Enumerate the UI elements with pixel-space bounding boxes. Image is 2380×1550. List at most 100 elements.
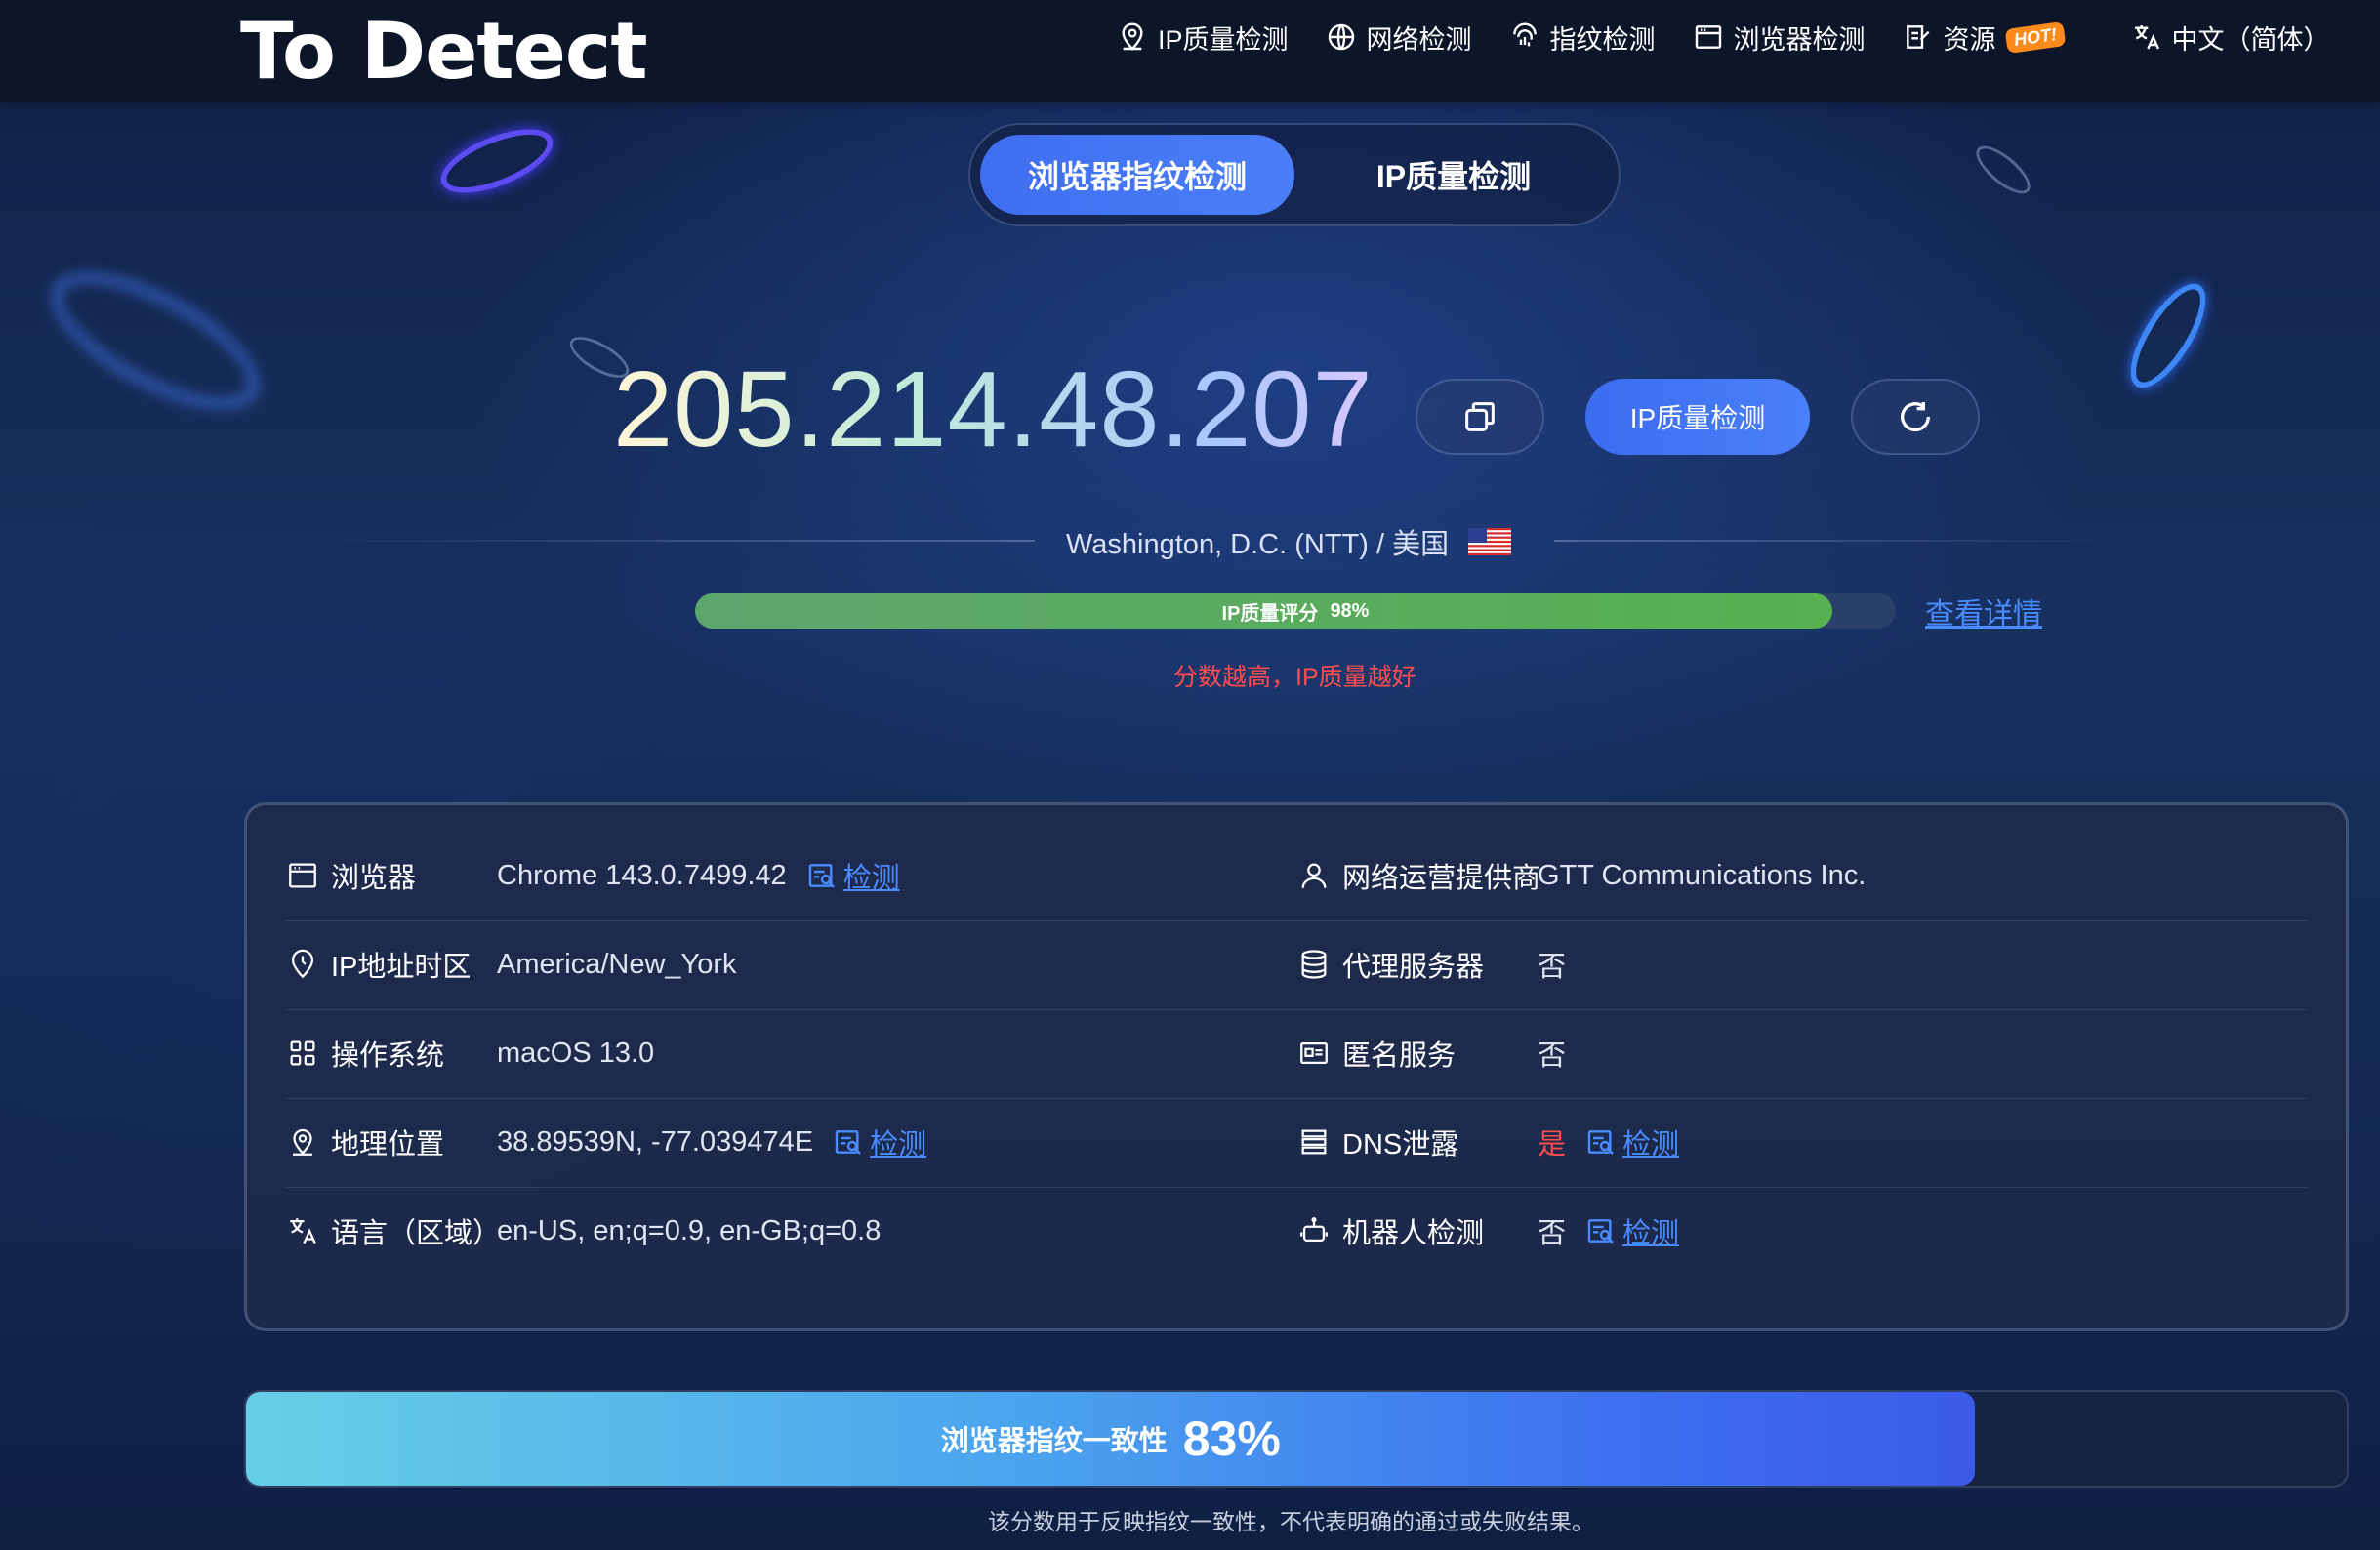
consistency-label: 浏览器指纹一致性 83% (246, 1392, 1975, 1486)
detect-link[interactable]: 检测 (833, 1122, 926, 1162)
info-value: 否 检测 (1538, 1186, 1679, 1276)
info-value: 38.89539N, -77.039474E 检测 (497, 1097, 926, 1187)
info-label: 网络运营提供商 (1297, 831, 1540, 920)
mode-tabs: 浏览器指纹检测 IP质量检测 (968, 123, 1621, 226)
tab-browser-fingerprint[interactable]: 浏览器指纹检测 (980, 135, 1294, 215)
detect-icon (1587, 1130, 1614, 1155)
info-label: 代理服务器 (1297, 919, 1484, 1009)
info-value: GTT Communications Inc. (1538, 831, 1866, 920)
info-label-text: DNS泄露 (1342, 1129, 1459, 1161)
detect-link[interactable]: 检测 (1585, 1122, 1679, 1162)
globe-icon (1328, 23, 1354, 51)
detect-link-text: 检测 (1622, 1129, 1680, 1161)
refresh-icon (1901, 402, 1931, 432)
detect-icon (1587, 1219, 1614, 1244)
nav-item-browser[interactable]: 浏览器检测 (1693, 19, 1866, 57)
info-row: 地理位置 38.89539N, -77.039474E 检测 DNS泄露 是 检测 (286, 1097, 2307, 1188)
info-row: IP地址时区 America/New_York 代理服务器 否 (286, 919, 2307, 1010)
info-value-text: America/New_York (497, 948, 737, 980)
location-pin-icon (293, 1128, 312, 1156)
nav-label: 指纹检测 (1549, 24, 1656, 55)
nav-item-fingerprint[interactable]: 指纹检测 (1509, 19, 1656, 57)
consistency-value: 83% (1182, 1411, 1281, 1466)
translate-icon (2134, 25, 2159, 50)
info-value-text: en-US, en;q=0.9, en-GB;q=0.8 (497, 1214, 882, 1246)
ip-quality-check-button[interactable]: IP质量检测 (1585, 379, 1810, 455)
info-label-text: 匿名服务 (1342, 1040, 1457, 1072)
info-label-text: 操作系统 (331, 1040, 445, 1072)
main-nav: IP质量检测 网络检测 指纹检测 浏览器检测 资源 HOT! 中文（简体） (1117, 18, 2367, 57)
info-label: 语言（区域） (286, 1186, 501, 1276)
top-header: To Detect IP质量检测 网络检测 指纹检测 浏览器检测 资源 HOT!… (0, 0, 2380, 102)
nav-label: 中文（简体） (2171, 24, 2330, 55)
divider (1554, 540, 2128, 542)
nav-item-network[interactable]: 网络检测 (1326, 19, 1472, 57)
detect-icon (808, 864, 835, 888)
info-label-text: 语言（区域） (331, 1218, 502, 1249)
info-value-text: Chrome 143.0.7499.42 (497, 859, 787, 891)
location-text: Washington, D.C. (NTT) / 美国 (1066, 521, 1512, 562)
info-label: IP地址时区 (286, 919, 471, 1009)
info-label: 浏览器 (286, 831, 416, 920)
fingerprint-icon (1512, 22, 1537, 47)
hot-badge: HOT! (2004, 20, 2066, 54)
info-label-text: 机器人检测 (1342, 1218, 1485, 1249)
decor-ring (29, 243, 281, 438)
info-label-text: 浏览器 (331, 863, 417, 894)
id-card-icon (1300, 1041, 1328, 1065)
info-value: 是 检测 (1538, 1097, 1679, 1187)
info-label: DNS泄露 (1297, 1097, 1458, 1187)
info-value-text: 否 (1538, 952, 1567, 983)
refresh-button[interactable] (1851, 379, 1980, 455)
page: To Detect IP质量检测 网络检测 指纹检测 浏览器检测 资源 HOT!… (0, 0, 2380, 1550)
ip-address: 205.214.48.207 (613, 347, 1374, 473)
copy-button[interactable] (1416, 379, 1544, 455)
nav-item-ip-quality[interactable]: IP质量检测 (1117, 19, 1289, 57)
clock-pin-icon (291, 949, 314, 979)
score-value: 98% (1330, 599, 1370, 622)
nav-item-resources[interactable]: 资源 HOT! (1903, 19, 2066, 57)
nav-label: 网络检测 (1366, 24, 1472, 55)
browser-window-icon (289, 863, 316, 888)
info-label-text: 网络运营提供商 (1342, 863, 1541, 894)
decor-ring (2116, 272, 2220, 399)
location-pin-icon (1122, 22, 1143, 51)
us-flag-icon (1468, 528, 1512, 555)
consistency-bar: 浏览器指纹一致性 83% (244, 1390, 2349, 1488)
info-row: 操作系统 macOS 13.0 匿名服务 否 (286, 1008, 2307, 1099)
grid-apps-icon (290, 1040, 315, 1066)
detect-link-text: 检测 (870, 1129, 927, 1161)
info-label-text: 地理位置 (331, 1129, 445, 1161)
nav-label: 浏览器检测 (1733, 24, 1866, 55)
robot-icon (1300, 1217, 1328, 1243)
database-icon (1301, 950, 1327, 979)
location-label: Washington, D.C. (NTT) / 美国 (1066, 529, 1450, 560)
info-value: Chrome 143.0.7499.42 检测 (497, 831, 900, 920)
logo-text: To Detect (240, 6, 648, 97)
info-label-text: 代理服务器 (1342, 952, 1485, 983)
info-label: 机器人检测 (1297, 1186, 1484, 1276)
server-stack-icon (1301, 1129, 1327, 1155)
info-value-text: macOS 13.0 (497, 1037, 655, 1069)
location-row: Washington, D.C. (NTT) / 美国 (293, 517, 2128, 562)
divider (293, 540, 1035, 542)
detect-link[interactable]: 检测 (806, 855, 900, 896)
score-note: 分数越高，IP质量越好 (1173, 664, 1416, 691)
info-value: America/New_York (497, 919, 737, 1009)
consistency-label-text: 浏览器指纹一致性 (940, 1426, 1168, 1457)
language-switcher[interactable]: 中文（简体） (2131, 19, 2330, 57)
info-card: 浏览器 Chrome 143.0.7499.42 检测 网络运营提供商 GTT Comm… (244, 802, 2349, 1331)
info-value: macOS 13.0 (497, 1008, 654, 1098)
info-value: en-US, en;q=0.9, en-GB;q=0.8 (497, 1186, 881, 1276)
info-value: 否 (1538, 1008, 1566, 1098)
consistency-note: 该分数用于反映指纹一致性，不代表明确的通过或失败结果。 (988, 1509, 1594, 1534)
ip-score-bar: IP质量评分 98% (695, 593, 1896, 629)
logo[interactable]: To Detect (240, 6, 648, 97)
info-value-text: 38.89539N, -77.039474E (497, 1125, 814, 1158)
detect-link[interactable]: 检测 (1585, 1210, 1679, 1251)
view-details-link[interactable]: 查看详情 (1925, 590, 2042, 632)
nav-label: 资源 (1943, 24, 1996, 55)
info-label: 操作系统 (286, 1008, 444, 1098)
score-label-text: IP质量评分 (1221, 602, 1319, 625)
tab-ip-quality[interactable]: IP质量检测 (1300, 135, 1607, 215)
